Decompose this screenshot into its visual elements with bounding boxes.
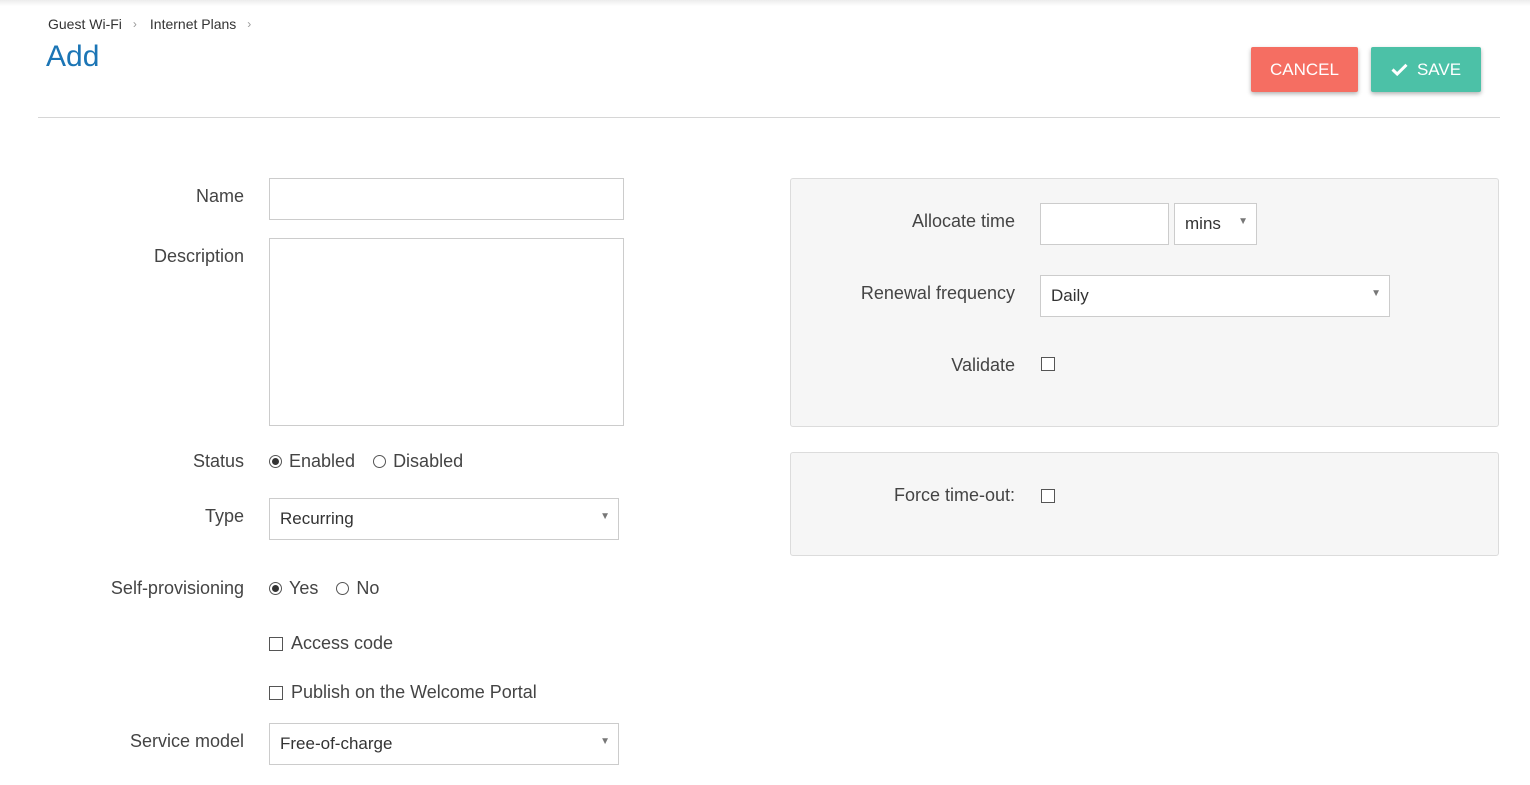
caret-down-icon: ▼: [1371, 288, 1381, 299]
description-label: Description: [153, 246, 244, 266]
access-code-row: Access code: [269, 633, 393, 654]
caret-down-icon: ▼: [600, 736, 610, 747]
publish-checkbox[interactable]: [269, 685, 283, 700]
access-code-label[interactable]: Access code: [291, 633, 393, 654]
self-provisioning-yes-label[interactable]: Yes: [289, 578, 318, 599]
header-divider: [38, 117, 1500, 118]
publish-row: Publish on the Welcome Portal: [269, 682, 537, 703]
caret-down-icon: ▼: [1238, 216, 1248, 227]
name-label: Name: [195, 186, 244, 206]
service-model-select-value: Free-of-charge: [280, 734, 393, 753]
type-label: Type: [204, 506, 244, 526]
allocate-time-input[interactable]: [1040, 203, 1169, 245]
check-icon: [1391, 63, 1408, 76]
status-disabled-label[interactable]: Disabled: [393, 451, 463, 472]
allocate-time-label: Allocate time: [911, 211, 1015, 231]
renewal-frequency-value: Daily: [1051, 286, 1089, 305]
self-provisioning-radio-group: Yes No: [269, 578, 379, 599]
cancel-button-label: CANCEL: [1270, 59, 1339, 79]
top-shadow: [0, 0, 1530, 6]
self-provisioning-no-label[interactable]: No: [356, 578, 379, 599]
validate-checkbox[interactable]: [1041, 357, 1055, 371]
status-radio-group: Enabled Disabled: [269, 451, 463, 472]
status-disabled-radio[interactable]: [373, 455, 387, 468]
breadcrumb-item-guest-wifi[interactable]: Guest Wi-Fi: [48, 16, 122, 32]
status-enabled-radio[interactable]: [269, 455, 282, 468]
chevron-right-icon: ›: [247, 17, 252, 31]
renewal-frequency-select[interactable]: Daily ▼: [1040, 275, 1390, 317]
allocate-unit-select[interactable]: mins ▼: [1174, 203, 1257, 245]
service-model-label: Service model: [129, 731, 244, 751]
service-model-select[interactable]: Free-of-charge ▼: [269, 723, 619, 765]
force-timeout-checkbox[interactable]: [1041, 489, 1055, 503]
chevron-right-icon: ›: [132, 17, 137, 31]
publish-label[interactable]: Publish on the Welcome Portal: [291, 682, 537, 703]
page-title: Add: [46, 40, 100, 73]
radio-selected-dot: [272, 585, 279, 592]
type-select-value: Recurring: [280, 509, 354, 528]
access-code-checkbox[interactable]: [269, 636, 283, 651]
force-timeout-label: Force time-out:: [893, 485, 1015, 505]
validate-label: Validate: [951, 355, 1015, 375]
caret-down-icon: ▼: [600, 511, 610, 522]
status-enabled-label[interactable]: Enabled: [289, 451, 355, 472]
type-select[interactable]: Recurring ▼: [269, 498, 619, 540]
name-input[interactable]: [269, 178, 624, 220]
save-button-label: SAVE: [1416, 59, 1462, 79]
breadcrumb-item-internet-plans[interactable]: Internet Plans: [150, 16, 236, 32]
renewal-frequency-label: Renewal frequency: [860, 283, 1015, 303]
save-button[interactable]: SAVE: [1371, 47, 1481, 92]
cancel-button[interactable]: CANCEL: [1251, 47, 1358, 92]
breadcrumb: Guest Wi-Fi › Internet Plans ›: [48, 16, 264, 32]
status-label: Status: [192, 451, 244, 471]
self-provisioning-label: Self-provisioning: [110, 578, 244, 598]
description-textarea[interactable]: [269, 238, 624, 426]
self-provisioning-no-radio[interactable]: [336, 582, 350, 595]
radio-selected-dot: [272, 458, 279, 465]
allocate-unit-value: mins: [1185, 214, 1221, 233]
self-provisioning-yes-radio[interactable]: [269, 582, 282, 595]
